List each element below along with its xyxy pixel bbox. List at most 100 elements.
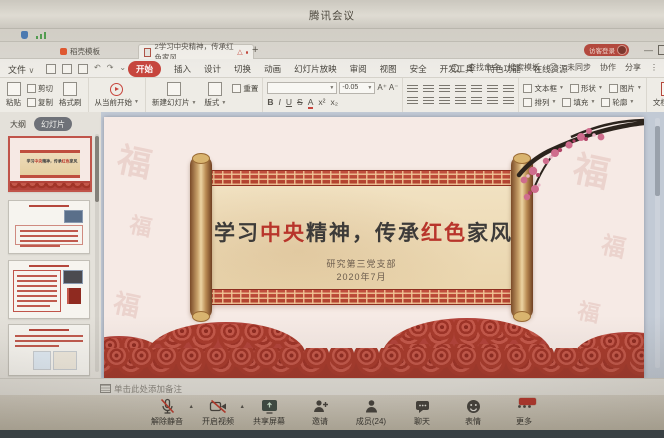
indent-decrease-icon[interactable] xyxy=(407,97,418,105)
numbering-icon[interactable] xyxy=(487,85,498,93)
font-size-select[interactable]: -0.05▼ xyxy=(339,82,375,94)
slide-title[interactable]: 学习中央精神，传承红色家风 xyxy=(214,217,509,247)
restore-button[interactable] xyxy=(658,45,664,55)
outline-button[interactable]: 轮廓▼ xyxy=(601,97,634,108)
slide-subtitle-1[interactable]: 研究第三党支部 xyxy=(214,257,509,270)
minimize-button[interactable]: — xyxy=(644,45,653,55)
ribbon-tab-security[interactable]: 安全 xyxy=(410,63,427,75)
ribbon-tab-insert[interactable]: 插入 xyxy=(174,63,191,75)
thumb3-book xyxy=(67,288,81,304)
preview-icon[interactable] xyxy=(78,64,88,74)
font-color-button[interactable]: A xyxy=(308,97,314,109)
format-painter-button[interactable]: 格式刷 xyxy=(57,82,84,108)
slide-thumbnail-4[interactable] xyxy=(8,324,90,376)
subscript-button[interactable]: x₂ xyxy=(330,97,338,107)
slide-thumbnail-3[interactable] xyxy=(8,260,90,319)
file-menu[interactable]: 文件 ∨ xyxy=(8,63,34,76)
command-search[interactable]: 查找命令、搜索模板 xyxy=(468,62,540,73)
textbox-button[interactable]: 文本框▼ xyxy=(523,83,563,94)
slide-group: 新建幻灯片▼ 版式▼ 重置 xyxy=(146,78,263,112)
ribbon-tab-slideshow[interactable]: 幻灯片放映 xyxy=(294,63,337,75)
align-bottom-icon[interactable] xyxy=(503,97,514,105)
ribbon-tab-design[interactable]: 设计 xyxy=(204,63,221,75)
ribbon-tab-row: 文件 ∨ ↶ ↷ ⌄ 开始 插入 设计 切换 动画 幻灯片放映 审阅 视图 安全… xyxy=(0,59,664,78)
collab-button[interactable]: 协作 xyxy=(600,62,616,73)
decrease-font-button[interactable]: A⁻ xyxy=(389,83,399,92)
fill-button[interactable]: 填充▼ xyxy=(562,97,595,108)
line-spacing-icon[interactable] xyxy=(503,85,514,93)
new-tab-button[interactable]: + xyxy=(252,44,258,56)
align-middle-icon[interactable] xyxy=(487,97,498,105)
increase-font-button[interactable]: A⁺ xyxy=(377,83,387,92)
new-slide-button[interactable]: 新建幻灯片▼ xyxy=(150,82,198,108)
picture-button[interactable]: 图片▼ xyxy=(609,83,642,94)
ribbon-tab-animation[interactable]: 动画 xyxy=(264,63,281,75)
bold-button[interactable]: B xyxy=(267,97,273,107)
align-left-icon[interactable] xyxy=(407,85,418,93)
copy-button[interactable]: 复制 xyxy=(27,97,53,108)
sync-status[interactable]: 未同步 xyxy=(567,62,591,73)
paste-button[interactable]: 粘贴 xyxy=(4,82,23,108)
panel-scrollbar-thumb[interactable] xyxy=(95,136,99,202)
emoji-button[interactable]: 表情 xyxy=(456,398,490,427)
text-direction-icon[interactable] xyxy=(439,97,450,105)
unmute-button[interactable]: 解除静音 ▲ xyxy=(150,398,184,427)
mic-options-caret[interactable]: ▲ xyxy=(189,404,194,410)
align-right-icon[interactable] xyxy=(439,85,450,93)
end-meeting-button[interactable] xyxy=(519,398,536,405)
cut-button[interactable]: 剪切 xyxy=(27,83,53,94)
ribbon-tab-transition[interactable]: 切换 xyxy=(234,63,251,75)
panel-tab-outline[interactable]: 大纲 xyxy=(10,119,26,130)
italic-button[interactable]: I xyxy=(279,97,281,107)
ribbon-tab-home[interactable]: 开始 xyxy=(128,61,161,77)
canvas-scrollbar[interactable] xyxy=(655,118,660,368)
align-top-icon[interactable] xyxy=(471,97,482,105)
bullets-icon[interactable] xyxy=(471,85,482,93)
invite-button[interactable]: 邀请 xyxy=(303,398,337,427)
superscript-button[interactable]: x² xyxy=(318,97,325,107)
undo-icon[interactable]: ↶ xyxy=(94,64,101,74)
doc-assistant-button[interactable]: 文档助手 xyxy=(651,82,664,108)
print-icon[interactable] xyxy=(62,64,72,74)
members-button[interactable]: 成员(24) xyxy=(354,398,388,427)
chat-button[interactable]: 聊天 xyxy=(405,398,439,427)
slide-thumbnail-1[interactable]: 学习中央精神，传承红色家风 xyxy=(8,136,92,192)
members-icon xyxy=(363,398,380,415)
play-from-current-button[interactable]: 从当前开始▼ xyxy=(93,83,141,108)
align-center-icon[interactable] xyxy=(423,85,434,93)
justify-icon[interactable] xyxy=(455,85,466,93)
canvas-scrollbar-thumb[interactable] xyxy=(655,126,660,196)
login-button[interactable]: 访客登录 xyxy=(584,44,629,56)
layout-button[interactable]: 版式▼ xyxy=(202,82,228,108)
slide-subtitle-2[interactable]: 2020年7月 xyxy=(214,270,509,283)
underline-button[interactable]: U xyxy=(286,97,292,107)
slide-editor[interactable]: 福 福 福 福 福 福 学习中央精神，传承红色家风 研究第三党支部 2020年7… xyxy=(104,117,644,378)
shape-button[interactable]: 形状▼ xyxy=(570,83,603,94)
reset-button[interactable]: 重置 xyxy=(232,83,258,94)
share-screen-button[interactable]: 共享屏幕 xyxy=(252,398,286,427)
save-icon[interactable] xyxy=(46,64,56,74)
share-button[interactable]: 分享 xyxy=(625,62,641,73)
notes-placeholder[interactable]: 单击此处添加备注 xyxy=(114,383,182,395)
fu-watermark: 福 xyxy=(599,225,630,264)
panel-tab-slides[interactable]: 幻灯片 xyxy=(34,117,72,131)
more-menu-icon[interactable]: ⋮ xyxy=(650,63,658,72)
panel-scrollbar[interactable] xyxy=(95,134,99,372)
ribbon-tab-view[interactable]: 视图 xyxy=(380,63,397,75)
camera-options-caret[interactable]: ▲ xyxy=(240,404,245,410)
strike-button[interactable]: S xyxy=(297,97,303,107)
slide-thumbnail-2[interactable] xyxy=(8,200,90,254)
thumb3-photo xyxy=(63,270,83,284)
scroll-roller-left xyxy=(190,156,212,319)
indent-increase-icon[interactable] xyxy=(423,97,434,105)
start-video-button[interactable]: 开启视频 ▲ xyxy=(201,398,235,427)
redo-icon[interactable]: ↷ xyxy=(107,64,114,74)
more-chevron-icon[interactable]: ⌄ xyxy=(119,64,126,74)
tab-template-store[interactable]: 稻壳模板 xyxy=(55,44,105,58)
ribbon-tab-review[interactable]: 审阅 xyxy=(350,63,367,75)
tab-document[interactable]: 2学习中央精神，传承红色家风 △ xyxy=(138,44,254,59)
font-name-select[interactable]: ▼ xyxy=(267,82,337,94)
arrange-button[interactable]: 排列▼ xyxy=(523,97,556,108)
meeting-titlebar: 腾讯会议 xyxy=(0,0,664,29)
columns-icon[interactable] xyxy=(455,97,466,105)
